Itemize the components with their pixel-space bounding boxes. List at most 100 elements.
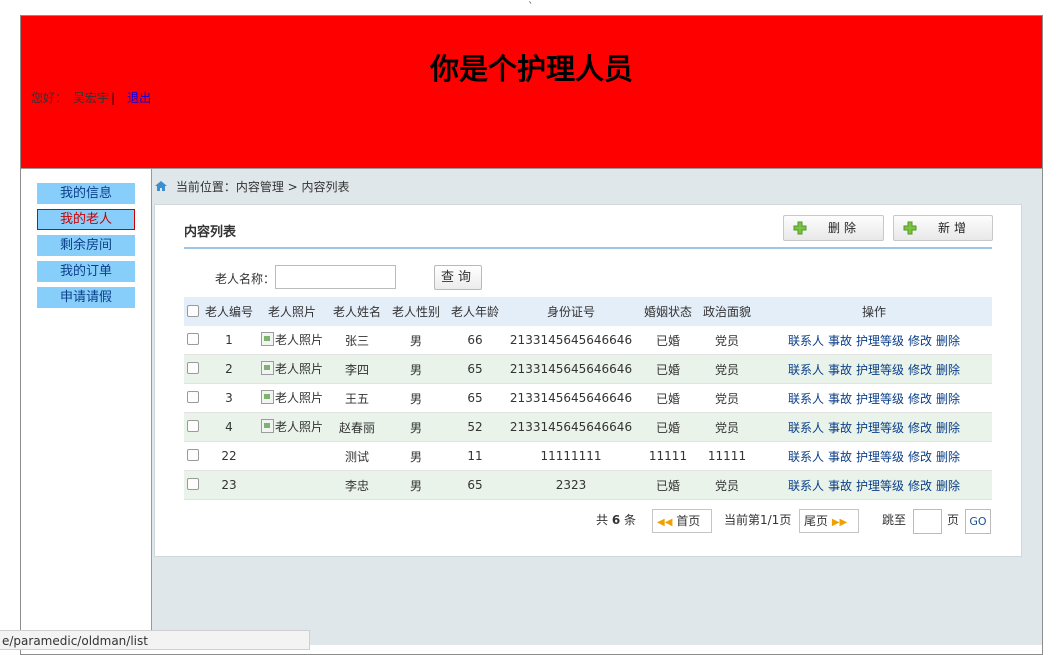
checkbox-cell xyxy=(184,383,202,413)
action-link[interactable]: 联系人 xyxy=(788,392,824,406)
action-link[interactable]: 护理等级 xyxy=(856,479,904,493)
table-header: 老人编号 老人照片 老人姓名 老人性别 老人年龄 身份证号 婚姻状态 政治面貌 … xyxy=(184,297,992,326)
row-checkbox[interactable] xyxy=(187,362,199,374)
elder-gender-cell: 男 xyxy=(386,412,446,442)
select-all-cell xyxy=(184,297,202,326)
photo-alt-text: 老人照片 xyxy=(274,361,323,376)
elder-age-cell: 66 xyxy=(446,326,504,355)
col-header: 老人编号 xyxy=(202,297,256,326)
elder-photo: 老人照片 xyxy=(260,389,323,406)
action-link[interactable]: 事故 xyxy=(828,334,852,348)
breadcrumb-text: 当前位置：内容管理 > 内容列表 xyxy=(175,180,350,194)
action-link[interactable]: 修改 xyxy=(908,392,932,406)
logout-link[interactable]: 退出 xyxy=(127,91,151,105)
photo-alt-text: 老人照片 xyxy=(274,419,323,434)
elder-idcard-cell: 2133145645646646 xyxy=(504,383,638,413)
action-link[interactable]: 护理等级 xyxy=(856,334,904,348)
photo-cell: 老人照片 xyxy=(256,383,328,413)
action-link[interactable]: 删除 xyxy=(936,421,960,435)
action-link[interactable]: 删除 xyxy=(936,334,960,348)
query-button[interactable]: 查询 xyxy=(434,265,482,290)
action-link[interactable]: 删除 xyxy=(936,479,960,493)
row-checkbox[interactable] xyxy=(187,333,199,345)
broken-image-icon xyxy=(260,361,274,376)
table-row: 4 老人照片 赵春丽男 52 2133145645646646 已婚 党员 联系人 事故 护理等级… xyxy=(184,412,992,442)
username: 吴宏宇 xyxy=(73,91,110,105)
action-link[interactable]: 修改 xyxy=(908,334,932,348)
elder-marital-cell: 已婚 xyxy=(638,383,698,413)
col-header: 老人性别 xyxy=(386,297,446,326)
action-link[interactable]: 修改 xyxy=(908,363,932,377)
col-header: 婚姻状态 xyxy=(638,297,698,326)
sidebar-item-leave[interactable]: 申请请假 xyxy=(37,287,135,308)
action-link[interactable]: 删除 xyxy=(936,392,960,406)
photo-cell: 老人照片 xyxy=(256,412,328,442)
action-link[interactable]: 事故 xyxy=(828,392,852,406)
elder-photo: 老人照片 xyxy=(260,418,323,435)
action-link[interactable]: 联系人 xyxy=(788,421,824,435)
elder-photo: 老人照片 xyxy=(260,331,323,348)
col-header: 身份证号 xyxy=(504,297,638,326)
total-suffix: 条 xyxy=(624,513,637,527)
sidebar-item-my-elders[interactable]: 我的老人 xyxy=(37,209,135,230)
total-prefix: 共 xyxy=(596,513,609,527)
action-link[interactable]: 护理等级 xyxy=(856,421,904,435)
actions-cell: 联系人 事故 护理等级 修改 删除 xyxy=(756,441,992,471)
elder-marital-cell: 已婚 xyxy=(638,326,698,355)
table-row: 2 老人照片 李四男 65 2133145645646646 已婚 党员 联系人 事故 护理等级修… xyxy=(184,354,992,384)
action-link[interactable]: 事故 xyxy=(828,450,852,464)
checkbox-cell xyxy=(184,326,202,355)
row-checkbox[interactable] xyxy=(187,391,199,403)
sidebar-item-rooms[interactable]: 剩余房间 xyxy=(37,235,135,256)
current-page: 当前第1/1页 xyxy=(724,513,792,527)
action-link[interactable]: 删除 xyxy=(936,450,960,464)
actions-cell: 联系人 事故 护理等级 修改 删除 xyxy=(756,470,992,500)
select-all-checkbox[interactable] xyxy=(187,304,199,317)
row-checkbox[interactable] xyxy=(187,478,199,490)
action-link[interactable]: 修改 xyxy=(908,450,932,464)
go-button[interactable]: GO xyxy=(965,509,991,534)
add-button[interactable]: 新增 xyxy=(893,215,993,241)
col-header: 老人年龄 xyxy=(446,297,504,326)
elder-name-cell: 李四 xyxy=(328,354,386,384)
add-label: 新增 xyxy=(938,221,971,235)
actions-cell: 联系人 事故 护理等级 修改 删除 xyxy=(756,412,992,442)
action-link[interactable]: 事故 xyxy=(828,421,852,435)
elder-name-cell: 王五 xyxy=(328,383,386,413)
action-link[interactable]: 联系人 xyxy=(788,450,824,464)
action-link[interactable]: 事故 xyxy=(828,479,852,493)
elder-name-cell: 赵春丽 xyxy=(328,412,386,442)
last-page-label: 尾页 xyxy=(804,514,829,528)
goto-page-input[interactable] xyxy=(913,509,942,534)
elder-idcard-cell: 2133145645646646 xyxy=(504,354,638,384)
col-header: 操作 xyxy=(756,297,992,326)
content-panel: 内容列表 删除 新增 老人名称： 查询 老人编号 老人照片 老人姓名 老人性别 … xyxy=(154,204,1022,557)
first-page-button[interactable]: ◀◀ 首页 xyxy=(652,509,712,533)
elder-marital-cell: 已婚 xyxy=(638,354,698,384)
action-link[interactable]: 事故 xyxy=(828,363,852,377)
elder-id-cell: 4 xyxy=(202,412,256,442)
action-link[interactable]: 联系人 xyxy=(788,363,824,377)
sidebar-item-my-info[interactable]: 我的信息 xyxy=(37,183,135,204)
elder-id-cell: 1 xyxy=(202,326,256,355)
sidebar: 我的信息 我的老人 剩余房间 我的订单 申请请假 xyxy=(21,169,152,645)
elder-name-cell: 张三 xyxy=(328,326,386,355)
action-link[interactable]: 护理等级 xyxy=(856,392,904,406)
elder-name-input[interactable] xyxy=(275,265,396,289)
delete-button[interactable]: 删除 xyxy=(783,215,884,241)
elder-gender-cell: 男 xyxy=(386,470,446,500)
action-link[interactable]: 护理等级 xyxy=(856,363,904,377)
action-link[interactable]: 护理等级 xyxy=(856,450,904,464)
row-checkbox[interactable] xyxy=(187,449,199,461)
action-link[interactable]: 删除 xyxy=(936,363,960,377)
row-checkbox[interactable] xyxy=(187,420,199,432)
stray-mark: ` xyxy=(528,0,534,13)
action-link[interactable]: 修改 xyxy=(908,421,932,435)
sidebar-item-orders[interactable]: 我的订单 xyxy=(37,261,135,282)
last-page-button[interactable]: 尾页 ▶▶ xyxy=(799,509,859,533)
action-link[interactable]: 联系人 xyxy=(788,334,824,348)
elder-marital-cell: 已婚 xyxy=(638,412,698,442)
action-link[interactable]: 修改 xyxy=(908,479,932,493)
action-link[interactable]: 联系人 xyxy=(788,479,824,493)
elder-name-cell: 李忠 xyxy=(328,470,386,500)
